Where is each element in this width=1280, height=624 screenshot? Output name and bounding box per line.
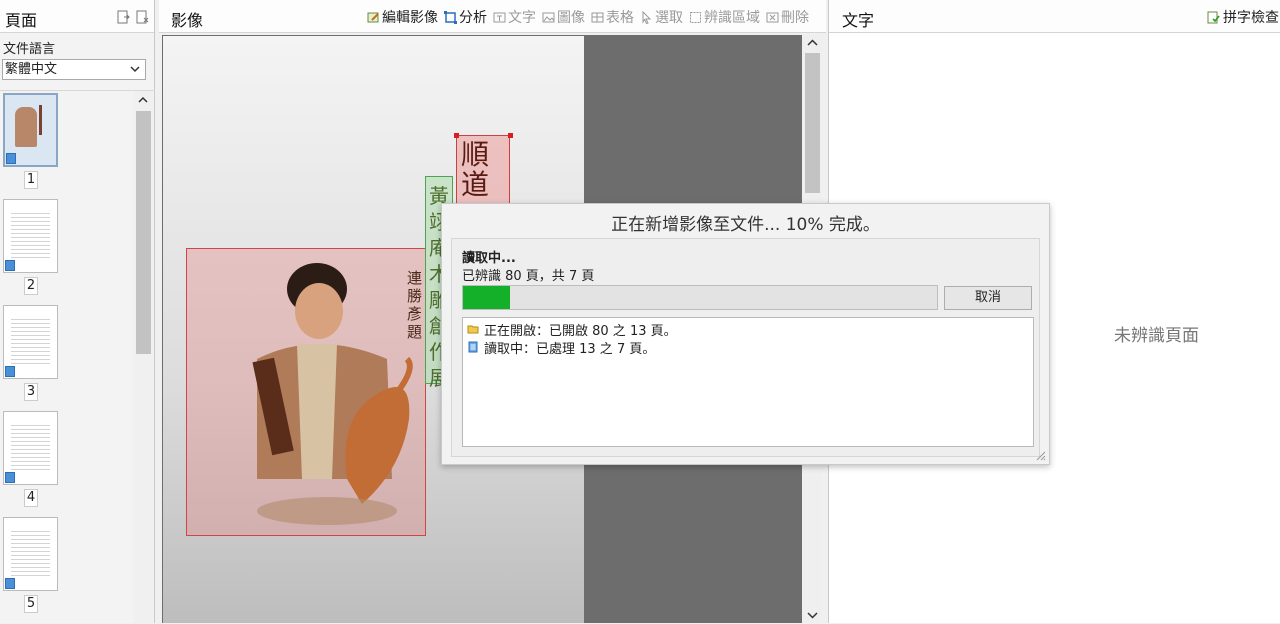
calligraphy-title: 順道 (461, 138, 490, 201)
thumbnail-text-lines (11, 422, 50, 470)
table-area-icon (591, 12, 604, 22)
scrollbar-thumb[interactable] (805, 53, 820, 193)
resize-grip-icon[interactable] (1034, 449, 1046, 461)
thumbnail-scrollbar[interactable] (134, 91, 153, 624)
dialog-title: 正在新增影像至文件... 10% 完成。 (611, 215, 880, 235)
picture-region[interactable]: 連勝彥題 (186, 248, 426, 536)
thumbnail-text-lines (11, 316, 50, 364)
log-item: 讀取中：已處理 13 之 7 頁。 (467, 338, 1029, 357)
page-thumbnail-3[interactable] (3, 305, 58, 379)
progress-bar (462, 285, 938, 310)
chevron-down-icon (130, 66, 140, 73)
text-area-icon (493, 12, 506, 22)
thumbnail-photo (15, 107, 37, 147)
recognized-page-icon (6, 153, 16, 164)
page-number-4: 4 (24, 489, 38, 507)
recognized-page-icon (5, 260, 15, 271)
delete-area-icon (766, 12, 779, 22)
text-header: 文字 拼字檢查 (829, 0, 1280, 33)
recognized-count: 已辨識 80 頁，共 7 頁 (462, 269, 595, 284)
document-language-value: 繁體中文 (5, 62, 58, 77)
page-thumbnail-1[interactable] (3, 93, 58, 167)
dialog-body: 讀取中... 已辨識 80 頁，共 7 頁 取消 正在開啟：已開啟 80 之 1… (451, 238, 1040, 457)
page-number-5: 5 (24, 595, 38, 613)
page-number-1: 1 (24, 171, 38, 189)
edit-image-button[interactable]: 編輯影像 (367, 7, 438, 27)
picture-area-button[interactable]: 圖像 (542, 7, 585, 27)
progress-log: 正在開啟：已開啟 80 之 13 頁。 讀取中：已處理 13 之 7 頁。 (462, 317, 1034, 447)
thumbnail-text-lines (11, 210, 50, 258)
cancel-button[interactable]: 取消 (944, 286, 1032, 310)
table-area-button[interactable]: 表格 (591, 7, 634, 27)
thumbnail-text-lines (11, 528, 50, 576)
scrollbar-thumb[interactable] (136, 111, 151, 354)
region-handle[interactable] (508, 133, 513, 138)
text-area-button[interactable]: 文字 (493, 7, 536, 27)
dialog-status: 讀取中... (462, 251, 516, 266)
page-icon (468, 341, 478, 353)
scroll-down-icon[interactable] (807, 610, 818, 620)
pages-header: 頁面 (0, 0, 154, 33)
image-toolbar: 編輯影像 分析 文字 圖像 表格 選取 辨識區域 刪除 (367, 7, 815, 27)
progress-fill (463, 286, 511, 309)
pages-panel: 頁面 文件語言 繁體中文 1 2 3 4 5 (0, 0, 155, 624)
text-title: 文字 (842, 11, 875, 30)
recognized-page-icon (5, 366, 15, 377)
page-export-icon[interactable] (116, 10, 130, 24)
spell-check-button[interactable]: 拼字檢查 (1207, 7, 1279, 27)
image-header: 影像 編輯影像 分析 文字 圖像 表格 選取 辨識區域 刪除 (159, 0, 826, 33)
image-title: 影像 (171, 11, 204, 30)
thumbnail-calligraphy (39, 105, 42, 135)
recognized-page-icon (5, 472, 15, 483)
recognition-area-icon (690, 11, 701, 23)
cursor-icon (642, 10, 652, 24)
delete-area-button[interactable]: 刪除 (766, 7, 809, 27)
document-language-select[interactable]: 繁體中文 (2, 59, 146, 80)
analyze-button[interactable]: 分析 (444, 7, 487, 27)
edit-image-icon (367, 12, 379, 22)
folder-icon (467, 325, 479, 334)
scroll-up-icon[interactable] (137, 95, 149, 105)
pages-title: 頁面 (5, 11, 38, 30)
page-thumbnail-5[interactable] (3, 517, 58, 591)
progress-dialog: 正在新增影像至文件... 10% 完成。 讀取中... 已辨識 80 頁，共 7… (441, 203, 1050, 465)
page-thumbnail-2[interactable] (3, 199, 58, 273)
document-language-label: 文件語言 (3, 42, 56, 57)
analyze-icon (444, 10, 457, 24)
unrecognized-page-message: 未辨識頁面 (1114, 326, 1199, 346)
recognized-page-icon (5, 578, 15, 589)
text-region-red[interactable]: 順道 (456, 135, 510, 207)
page-number-2: 2 (24, 277, 38, 295)
craftsman-photo (252, 263, 413, 525)
log-item: 正在開啟：已開啟 80 之 13 頁。 (467, 320, 1029, 339)
page-number-3: 3 (24, 383, 38, 401)
thumbnail-list[interactable]: 1 2 3 4 5 (0, 90, 155, 624)
spell-check-icon (1207, 11, 1220, 23)
page-delete-icon[interactable] (135, 10, 149, 24)
picture-area-icon (542, 12, 555, 22)
select-button[interactable]: 選取 (640, 7, 683, 27)
calligraphy-signature: 連勝彥題 (407, 269, 423, 341)
scroll-up-icon[interactable] (807, 38, 818, 48)
recognition-area-button[interactable]: 辨識區域 (689, 7, 760, 27)
page-thumbnail-4[interactable] (3, 411, 58, 485)
region-handle[interactable] (454, 133, 459, 138)
